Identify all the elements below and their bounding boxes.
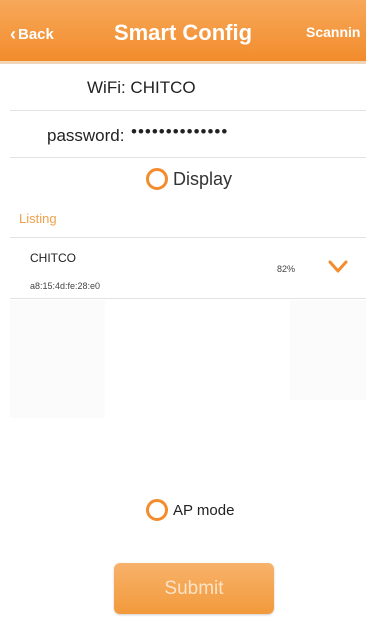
empty-list-area <box>290 300 366 400</box>
network-ssid: CHITCO <box>30 251 76 265</box>
network-mac: a8:15:4d:fe:28:e0 <box>30 281 101 291</box>
password-row[interactable]: password: •••••••••••••• <box>10 111 366 158</box>
ap-mode-radio-option[interactable]: AP mode <box>146 499 234 521</box>
display-radio-button[interactable] <box>146 168 168 190</box>
wifi-label: WiFi: CHITCO <box>87 78 196 97</box>
display-radio-option[interactable]: Display <box>146 168 232 190</box>
submit-button[interactable]: Submit <box>114 563 274 614</box>
app-header: ‹ Back Smart Config Scannin <box>0 0 366 64</box>
display-label: Display <box>173 168 233 189</box>
scanning-button[interactable]: Scannin <box>306 24 366 40</box>
network-list-item[interactable]: CHITCO a8:15:4d:fe:28:e0 82% <box>10 238 366 299</box>
wifi-row: WiFi: CHITCO <box>10 64 366 111</box>
password-field[interactable]: •••••••••••••• <box>131 122 228 142</box>
password-label: password: <box>47 126 125 145</box>
empty-list-area <box>10 300 105 418</box>
network-signal: 82% <box>277 264 296 274</box>
listing-section-label: Listing <box>19 211 57 226</box>
chevron-down-icon[interactable] <box>328 260 348 274</box>
ap-mode-radio-button[interactable] <box>146 499 168 521</box>
ap-mode-label: AP mode <box>173 501 235 519</box>
